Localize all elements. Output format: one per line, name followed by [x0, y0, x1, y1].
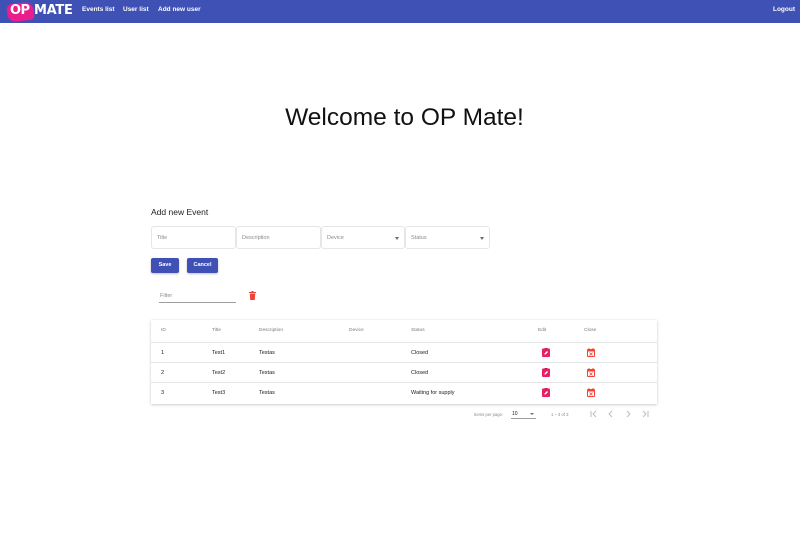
chevron-left-icon[interactable]: [606, 409, 616, 419]
add-event-title: Add new Event: [151, 207, 209, 217]
first-page-icon[interactable]: [589, 409, 599, 419]
save-button[interactable]: Save: [151, 258, 179, 273]
cell-description: Testas: [259, 390, 275, 396]
title-placeholder: Title: [157, 235, 168, 241]
last-page-icon[interactable]: [640, 409, 650, 419]
dropdown-arrow-icon: [480, 237, 484, 240]
logout-link[interactable]: Logout: [773, 6, 795, 13]
cell-id: 3: [161, 390, 165, 396]
column-header-status[interactable]: Status: [411, 328, 425, 333]
status-placeholder: Status: [411, 235, 427, 241]
column-header-close: Close: [584, 328, 597, 333]
cell-title: Test2: [212, 370, 226, 376]
table-row: 2 Test2 Testas Closed: [151, 363, 657, 383]
cell-id: 1: [161, 350, 165, 356]
nav-user-list[interactable]: User list: [123, 6, 149, 13]
page-range-label: 1 – 3 of 3: [551, 412, 569, 417]
event-busy-icon[interactable]: [587, 348, 595, 357]
events-table: ID Title Description Device Status Edit …: [151, 320, 657, 404]
items-per-page-label: Items per page:: [474, 412, 504, 417]
column-header-id[interactable]: ID: [161, 328, 166, 333]
title-input[interactable]: Title: [151, 226, 236, 249]
cell-id: 2: [161, 370, 165, 376]
cell-description: Testas: [259, 350, 275, 356]
cell-status: Closed: [411, 350, 429, 356]
logo-mate-text: MATE: [34, 3, 73, 18]
edit-icon[interactable]: [542, 368, 550, 377]
column-header-edit: Edit: [538, 328, 547, 333]
nav-events-list[interactable]: Events list: [82, 6, 115, 13]
page-size-select[interactable]: 10: [511, 409, 536, 419]
column-header-description[interactable]: Description: [259, 328, 283, 333]
device-placeholder: Device: [327, 235, 344, 241]
app-logo[interactable]: OP MATE: [6, 1, 73, 23]
filter-input[interactable]: Filter: [159, 287, 236, 303]
delete-icon[interactable]: [249, 291, 256, 300]
event-busy-icon[interactable]: [587, 368, 595, 377]
cancel-button[interactable]: Cancel: [187, 258, 218, 273]
cell-title: Test1: [212, 350, 226, 356]
cell-title: Test3: [212, 390, 226, 396]
page-size-value: 10: [512, 411, 518, 417]
edit-icon[interactable]: [542, 348, 550, 357]
dropdown-arrow-icon: [530, 413, 534, 415]
table-row: 3 Test3 Testas Waiting for supply: [151, 383, 657, 403]
cell-status: Waiting for supply: [411, 390, 455, 396]
top-navbar: OP MATE Events list User list Add new us…: [0, 0, 800, 23]
welcome-heading: Welcome to OP Mate!: [285, 104, 524, 131]
description-placeholder: Description: [242, 235, 270, 241]
event-busy-icon[interactable]: [587, 388, 595, 397]
table-header-row: ID Title Description Device Status Edit …: [151, 320, 657, 343]
cell-status: Closed: [411, 370, 429, 376]
description-input[interactable]: Description: [236, 226, 321, 249]
device-select[interactable]: Device: [321, 226, 405, 249]
logo-op-text: OP: [10, 3, 30, 18]
dropdown-arrow-icon: [395, 237, 399, 240]
nav-add-new-user[interactable]: Add new user: [158, 6, 201, 13]
cell-description: Testas: [259, 370, 275, 376]
chevron-right-icon[interactable]: [623, 409, 633, 419]
column-header-device[interactable]: Device: [349, 328, 364, 333]
edit-icon[interactable]: [542, 388, 550, 397]
filter-placeholder: Filter: [160, 293, 173, 299]
column-header-title[interactable]: Title: [212, 328, 221, 333]
table-row: 1 Test1 Testas Closed: [151, 343, 657, 363]
status-select[interactable]: Status: [405, 226, 490, 249]
